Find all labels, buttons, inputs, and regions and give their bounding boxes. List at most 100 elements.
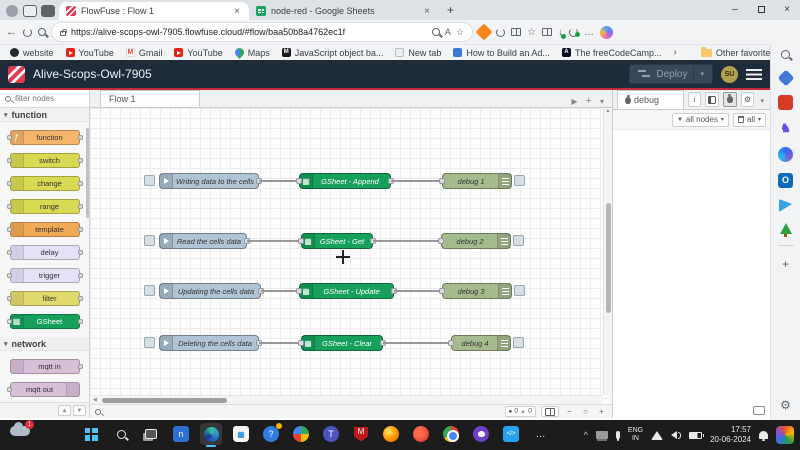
bookmark-youtube[interactable]: YouTube: [66, 48, 114, 58]
notification-bell-icon[interactable]: [759, 431, 768, 439]
microphone-icon[interactable]: [616, 431, 620, 439]
palette-node-switch[interactable]: switch: [10, 153, 80, 168]
config-tab-button[interactable]: ⚙: [741, 92, 755, 107]
github-desktop-button[interactable]: [470, 423, 492, 445]
app-red-button[interactable]: [410, 423, 432, 445]
copilot-sidebar-icon[interactable]: [778, 147, 793, 162]
palette-node-template[interactable]: template: [10, 222, 80, 237]
flow-list-icon[interactable]: ▾: [600, 97, 604, 106]
scroll-left-icon[interactable]: ◀: [93, 397, 97, 403]
deploy-button[interactable]: Deploy ▾: [629, 64, 713, 84]
palette-scroll[interactable]: ▾ function ƒfunction switch change range…: [0, 108, 89, 402]
start-button[interactable]: [80, 423, 102, 445]
favorite-star-icon[interactable]: ☆: [456, 27, 464, 38]
gsheet-node[interactable]: ▦GSheet - Clear: [301, 335, 383, 351]
debug-messages[interactable]: [613, 130, 770, 402]
drop-icon[interactable]: [779, 199, 792, 212]
palette-node-mqtt-out[interactable]: mqtt out: [10, 382, 80, 397]
vscode-button[interactable]: </>: [500, 423, 522, 445]
main-menu-icon[interactable]: [746, 69, 762, 80]
tab-debug[interactable]: debug: [617, 90, 684, 109]
debug-toggle-button[interactable]: [514, 175, 525, 186]
taskbar-overflow-button[interactable]: …: [530, 423, 552, 445]
palette-node-delay[interactable]: delay: [10, 245, 80, 260]
open-debug-window-icon[interactable]: [753, 406, 765, 415]
volume-icon[interactable]: [671, 431, 681, 439]
wifi-icon[interactable]: [651, 431, 663, 440]
input-port[interactable]: [438, 238, 444, 244]
shopping-icon[interactable]: [777, 70, 794, 87]
sidebar-settings-icon[interactable]: ⚙: [780, 398, 791, 412]
inject-button[interactable]: [144, 235, 155, 246]
deploy-caret-icon[interactable]: ▾: [700, 70, 704, 78]
teams-button[interactable]: T: [320, 423, 342, 445]
debug-tab-button[interactable]: [723, 92, 737, 107]
search-flows-icon[interactable]: [95, 409, 101, 415]
favorites-bar-icon[interactable]: ☆: [527, 27, 536, 38]
downloads-icon[interactable]: ↓: [558, 27, 563, 38]
inject-button[interactable]: [144, 337, 155, 348]
minimap-button[interactable]: [541, 406, 559, 417]
debug-toggle-button[interactable]: [514, 285, 525, 296]
battery-icon[interactable]: [689, 432, 702, 439]
gsheet-node[interactable]: ▦GSheet - Get: [301, 233, 373, 249]
scrollbar-thumb[interactable]: [102, 398, 227, 403]
palette-search[interactable]: [0, 90, 89, 108]
palette-node-trigger[interactable]: trigger: [10, 268, 80, 283]
zoom-out-button[interactable]: −: [564, 407, 575, 416]
palette-scrollbar[interactable]: [86, 128, 89, 218]
input-port[interactable]: [439, 178, 445, 184]
expand-all-button[interactable]: ▼: [73, 405, 86, 416]
inject-node[interactable]: Updating the cells data: [159, 283, 261, 299]
games-icon[interactable]: ♞: [778, 121, 793, 136]
bookmark-maps[interactable]: Maps: [235, 48, 270, 58]
search-icon[interactable]: [38, 28, 46, 36]
user-avatar[interactable]: SU: [721, 66, 738, 83]
filter-nodes-button[interactable]: ▼ all nodes ▾: [672, 113, 729, 127]
copilot-icon[interactable]: [600, 26, 613, 39]
input-port[interactable]: [296, 288, 302, 294]
inject-node[interactable]: Writing data to the cells: [159, 173, 259, 189]
extension-icon[interactable]: [496, 28, 505, 37]
gsheet-node[interactable]: ▦GSheet - Update: [299, 283, 394, 299]
firefox-button[interactable]: [380, 423, 402, 445]
store-button[interactable]: ▦: [230, 423, 252, 445]
close-tab-icon[interactable]: ×: [422, 6, 432, 17]
gsheet-node[interactable]: ▦GSheet - Append: [299, 173, 391, 189]
input-port[interactable]: [439, 288, 445, 294]
palette-node-change[interactable]: change: [10, 176, 80, 191]
scroll-up-icon[interactable]: ▲: [606, 108, 611, 114]
edge-browser-button[interactable]: [200, 423, 222, 445]
scroll-tabs-icon[interactable]: ▶: [571, 97, 577, 106]
info-tab-button[interactable]: i: [688, 92, 702, 107]
palette-search-input[interactable]: [15, 94, 73, 103]
new-tab-button[interactable]: +: [447, 3, 454, 17]
tab-google-sheets[interactable]: node-red - Google Sheets ×: [249, 2, 439, 20]
bookmark-gmail[interactable]: MGmail: [126, 48, 163, 58]
close-window-button[interactable]: ×: [774, 0, 800, 18]
inject-button[interactable]: [144, 175, 155, 186]
settings-menu-icon[interactable]: …: [584, 27, 594, 38]
url-text[interactable]: https://alive-scops-owl-7905.flowfuse.cl…: [71, 27, 427, 37]
inject-button[interactable]: [144, 285, 155, 296]
inject-node[interactable]: Deleting the cells data: [159, 335, 259, 351]
add-sidebar-app-icon[interactable]: +: [782, 257, 789, 271]
input-port[interactable]: [448, 340, 454, 346]
zoom-in-button[interactable]: +: [596, 407, 607, 416]
debug-node[interactable]: debug 2: [441, 233, 511, 249]
debug-node[interactable]: debug 3: [442, 283, 512, 299]
workspaces-icon[interactable]: [23, 5, 37, 17]
bookmark-new-tab[interactable]: New tab: [395, 48, 441, 58]
clock[interactable]: 17:57 20-06-2024: [710, 425, 751, 445]
sidebar-menu-icon[interactable]: ▾: [760, 97, 764, 105]
add-flow-button[interactable]: +: [586, 95, 592, 107]
debug-node[interactable]: debug 1: [442, 173, 512, 189]
address-bar[interactable]: https://alive-scops-owl-7905.flowfuse.cl…: [52, 23, 472, 41]
notifications-chip[interactable]: ● 0 ▲ 0: [505, 406, 536, 417]
flow-canvas[interactable]: Writing data to the cells ▦GSheet - Appe…: [90, 108, 612, 418]
tray-app-icon[interactable]: [596, 431, 608, 439]
palette-category-function[interactable]: ▾ function: [0, 108, 89, 122]
tray-chevron-icon[interactable]: ^: [584, 430, 588, 440]
browser-essentials-icon[interactable]: [569, 28, 578, 37]
grow-tree-icon[interactable]: [780, 223, 792, 234]
